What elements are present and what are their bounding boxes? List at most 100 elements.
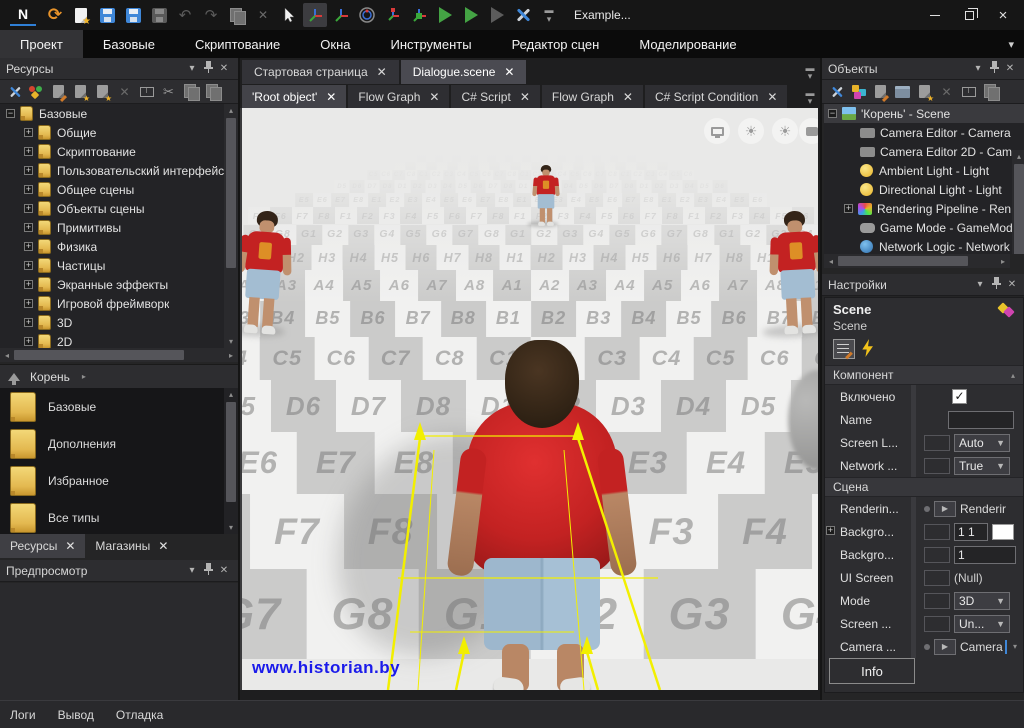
- tree-item[interactable]: +Пользовательский интерфейс: [0, 161, 238, 180]
- default-flag-box[interactable]: [924, 524, 950, 540]
- close-tab-icon[interactable]: ✕: [158, 539, 168, 553]
- tree-item[interactable]: +Объекты сцены: [0, 199, 238, 218]
- tab-csharp-script[interactable]: C# Script✕: [451, 85, 539, 108]
- camera-view-button[interactable]: [799, 118, 818, 144]
- play-second-button[interactable]: [459, 3, 483, 27]
- brightness-1-button[interactable]: ☀: [738, 118, 764, 144]
- new-resource-button[interactable]: ★: [69, 3, 93, 27]
- expand-expander[interactable]: +: [24, 280, 33, 289]
- status-tab-debug[interactable]: Отладка: [116, 708, 163, 722]
- events-mode-icon[interactable]: [861, 339, 874, 357]
- panel-menu-icon[interactable]: ▾: [970, 63, 986, 74]
- scroll-thumb[interactable]: [838, 256, 968, 266]
- objects-hierarchy-button[interactable]: [849, 82, 868, 101]
- scroll-down-icon[interactable]: ▾: [224, 335, 238, 348]
- menu-tools[interactable]: Инструменты: [371, 30, 492, 58]
- close-tab-icon[interactable]: ✕: [504, 65, 514, 79]
- resources-shapes-button[interactable]: [27, 82, 46, 101]
- tab-resources[interactable]: Ресурсы✕: [0, 534, 85, 558]
- background-color-input[interactable]: [954, 523, 988, 541]
- ribbon-collapse-icon[interactable]: ▾: [1008, 38, 1024, 51]
- tab-start-page[interactable]: Стартовая страница✕: [242, 60, 399, 84]
- scroll-up-icon[interactable]: ▴: [224, 104, 238, 117]
- screen-orientation-dropdown[interactable]: Un...▼: [954, 615, 1010, 633]
- default-flag-box[interactable]: [924, 435, 950, 451]
- scale-tool-button[interactable]: [381, 3, 405, 27]
- paste-resource-button[interactable]: [203, 82, 222, 101]
- menu-project[interactable]: Проект: [0, 30, 83, 58]
- duplicate-button[interactable]: [225, 3, 249, 27]
- expand-expander[interactable]: +: [24, 299, 33, 308]
- edit-object-button[interactable]: [871, 82, 890, 101]
- tree-item[interactable]: Camera Editor 2D - Cam: [824, 142, 1024, 161]
- close-tab-icon[interactable]: ✕: [623, 90, 633, 104]
- menu-basic[interactable]: Базовые: [83, 30, 175, 58]
- reference-button[interactable]: ▶: [934, 501, 956, 517]
- tree-item[interactable]: Ambient Light - Light: [824, 161, 1024, 180]
- undo-button[interactable]: ↶: [173, 3, 197, 27]
- expand-expander[interactable]: +: [24, 185, 33, 194]
- settings-target-icon[interactable]: [997, 303, 1015, 317]
- select-tool-button[interactable]: [277, 3, 301, 27]
- panel-menu-icon[interactable]: ▾: [184, 63, 200, 74]
- default-flag-box[interactable]: [924, 593, 950, 609]
- character-left[interactable]: [240, 209, 297, 339]
- rotate-tool-button[interactable]: [355, 3, 379, 27]
- network-mode-dropdown[interactable]: True▼: [954, 457, 1010, 475]
- brightness-2-button[interactable]: ☀: [772, 118, 798, 144]
- move-tool-button[interactable]: [303, 3, 327, 27]
- tree-item[interactable]: +2D: [0, 332, 238, 348]
- tab-root-object[interactable]: 'Root object'✕: [242, 85, 346, 108]
- tab-csharp-condition[interactable]: C# Script Condition✕: [645, 85, 787, 108]
- transform-tool-button[interactable]: [407, 3, 431, 27]
- expand-expander[interactable]: +: [24, 166, 33, 175]
- scroll-up-icon[interactable]: ▴: [1011, 371, 1015, 380]
- tree-item[interactable]: +Игровой фреймворк: [0, 294, 238, 313]
- cut-resource-button[interactable]: ✂: [159, 82, 178, 101]
- tree-item-scene-root[interactable]: − 'Корень' - Scene: [824, 104, 1024, 123]
- tree-item[interactable]: +Скриптование: [0, 142, 238, 161]
- list-item[interactable]: Дополнения: [0, 425, 238, 462]
- delete-button[interactable]: ✕: [251, 3, 275, 27]
- scroll-thumb[interactable]: [226, 402, 236, 502]
- screen-label-dropdown[interactable]: Auto▼: [954, 434, 1010, 452]
- scroll-thumb[interactable]: [1014, 164, 1024, 254]
- scroll-right-icon[interactable]: ▸: [996, 257, 1010, 266]
- edit-resource-button[interactable]: [49, 82, 68, 101]
- delete-object-button[interactable]: ✕: [937, 82, 956, 101]
- display-mode-button[interactable]: [704, 118, 730, 144]
- new-object-button[interactable]: [915, 82, 934, 101]
- menu-scene-editor[interactable]: Редактор сцен: [492, 30, 620, 58]
- redo-button[interactable]: ↷: [199, 3, 223, 27]
- resources-settings-button[interactable]: [5, 82, 24, 101]
- tree-item[interactable]: +Экранные эффекты: [0, 275, 238, 294]
- tree-item[interactable]: Game Mode - GameMod: [824, 218, 1024, 237]
- new-resource-button2[interactable]: [93, 82, 112, 101]
- character-right[interactable]: [765, 209, 818, 338]
- mode-dropdown[interactable]: 3D▼: [954, 592, 1010, 610]
- panel-menu-icon[interactable]: ▾: [184, 565, 200, 576]
- folder-list-vscrollbar[interactable]: ▴ ▾: [224, 388, 238, 534]
- scroll-thumb[interactable]: [226, 118, 236, 268]
- save-all-button[interactable]: [147, 3, 171, 27]
- open-window-button[interactable]: [893, 82, 912, 101]
- tree-item[interactable]: +Rendering Pipeline - Ren: [824, 199, 1024, 218]
- scene-viewport[interactable]: C5C6C7C8C1C2C3C4C5C6C7C8C1C2C3C4C5C6C7C8…: [240, 108, 818, 690]
- list-item[interactable]: Все типы: [0, 499, 238, 534]
- tab-stores[interactable]: Магазины✕: [85, 534, 178, 558]
- copy-resource-button[interactable]: [181, 82, 200, 101]
- character-far[interactable]: [531, 165, 560, 227]
- expand-expander[interactable]: +: [24, 337, 33, 346]
- scroll-left-icon[interactable]: ◂: [0, 351, 14, 360]
- tree-item[interactable]: +Примитивы: [0, 218, 238, 237]
- save-as-button[interactable]: [121, 3, 145, 27]
- scroll-thumb[interactable]: [14, 350, 184, 360]
- close-tab-icon[interactable]: ✕: [326, 90, 336, 104]
- menu-scripting[interactable]: Скриптование: [175, 30, 300, 58]
- panel-menu-icon[interactable]: ▾: [972, 279, 988, 290]
- info-button[interactable]: Info: [829, 658, 915, 684]
- scroll-right-icon[interactable]: ▸: [224, 351, 238, 360]
- objects-tree-vscrollbar[interactable]: ▴ ▾: [1012, 150, 1024, 254]
- tree-item[interactable]: +Общее сцены: [0, 180, 238, 199]
- tree-item[interactable]: +Общие: [0, 123, 238, 142]
